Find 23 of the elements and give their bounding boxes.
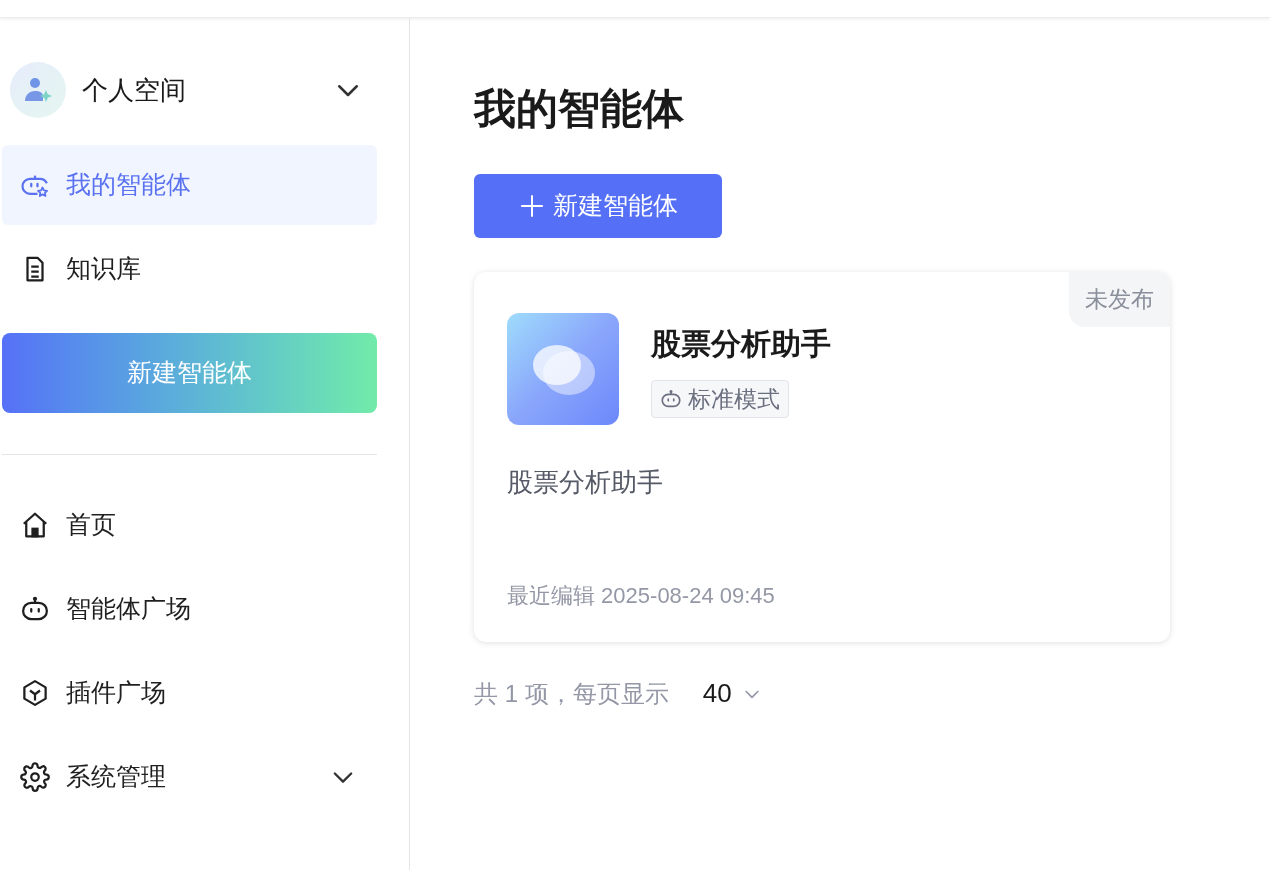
status-badge: 未发布 (1069, 272, 1170, 327)
robot-icon (660, 388, 682, 410)
workspace-switcher[interactable]: 个人空间 (2, 61, 377, 119)
agent-description: 股票分析助手 (507, 466, 664, 499)
mode-tag: 标准模式 (651, 380, 789, 418)
nav-item[interactable]: 系统管理 (2, 737, 377, 817)
new-agent-button[interactable]: 新建智能体 (474, 174, 722, 238)
agent-name: 股票分析助手 (651, 326, 831, 362)
nav-item[interactable]: 插件广场 (2, 653, 377, 733)
cube-icon (20, 678, 50, 708)
edit-time: 最近编辑 2025-08-24 09:45 (507, 582, 776, 610)
nav-item[interactable]: 知识库 (2, 229, 377, 309)
plus-icon (518, 193, 545, 219)
nav-item[interactable]: 我的智能体 (2, 145, 377, 225)
home-icon (20, 510, 50, 540)
settings-icon (20, 762, 50, 792)
nav-item[interactable]: 智能体广场 (2, 569, 377, 649)
pagination-summary: 共 1 项，每页显示 (474, 678, 669, 709)
agent-card[interactable]: 未发布 股票分析助手 标准模式 股票分析助手 最近编辑 2025-08-24 09:45 (474, 272, 1170, 642)
workspace-name: 个人空间 (82, 73, 187, 107)
page-size-select[interactable]: 40 (702, 674, 762, 713)
nav-item[interactable]: 首页 (2, 485, 377, 565)
page-title: 我的智能体 (474, 88, 685, 130)
